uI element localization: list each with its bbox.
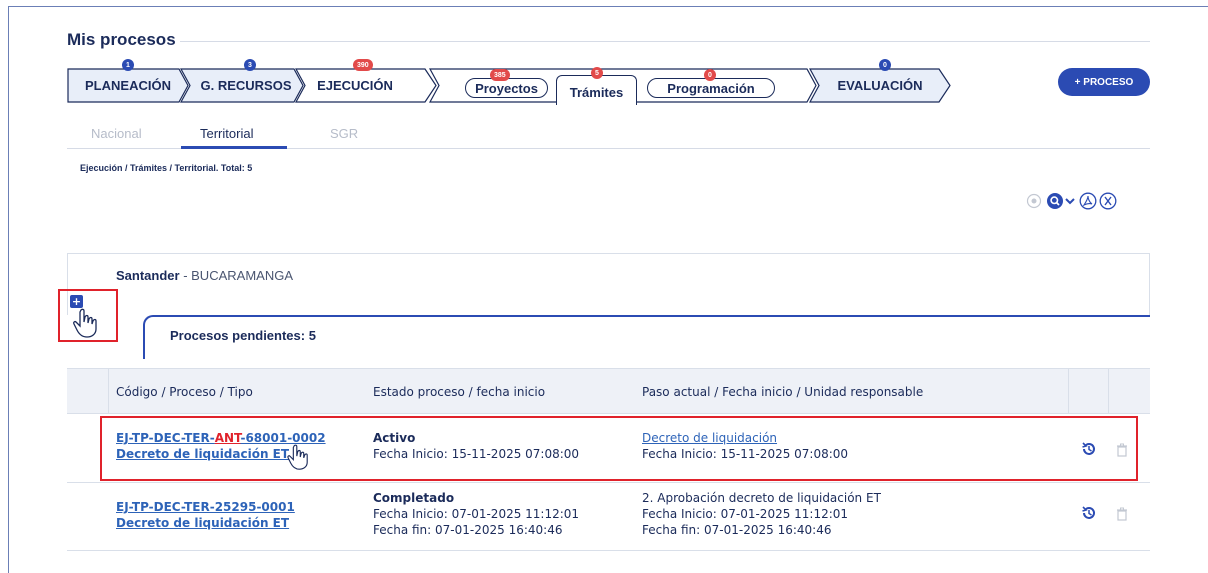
chevron-down-icon[interactable] (1063, 192, 1077, 210)
step-label: EJECUCIÓN (317, 78, 393, 93)
step-evaluacion[interactable]: 0 EVALUACIÓN (809, 59, 951, 103)
territory-separator: - (179, 268, 192, 283)
process-name-link[interactable]: Decreto de liquidación ET (116, 515, 289, 531)
column-header-code: Código / Proceso / Tipo (116, 385, 253, 399)
subtab-label: Trámites (569, 85, 624, 100)
row-divider (67, 482, 1150, 483)
subtab-label: Programación (667, 80, 755, 96)
status-end-date: Fecha fin: 07-01-2025 16:40:46 (373, 523, 563, 537)
step-badge: 3 (244, 59, 256, 71)
window-border-top (8, 6, 1208, 7)
process-code-link[interactable]: EJ-TP-DEC-TER-25295-0001 (116, 499, 295, 515)
tab-territorial[interactable]: Territorial (200, 126, 253, 141)
subtab-badge: 0 (704, 69, 716, 81)
subtab-tramites[interactable]: 5 Trámites (556, 67, 637, 105)
status-start-date: Fecha Inicio: 07-01-2025 11:12:01 (373, 507, 580, 521)
tab-sgr[interactable]: SGR (330, 126, 358, 141)
tab-nacional[interactable]: Nacional (91, 126, 142, 141)
history-icon[interactable] (1081, 505, 1097, 525)
window-border-left (8, 6, 9, 573)
step-label: PLANEACIÓN (85, 78, 171, 93)
department-name: Santander (116, 268, 180, 283)
pending-count: Procesos pendientes: 5 (170, 328, 316, 343)
step-g-recursos[interactable]: 3 G. RECURSOS (180, 59, 304, 103)
step-ejecucion[interactable]: 390 EJECUCIÓN (295, 59, 437, 103)
add-circle-icon[interactable] (1025, 192, 1043, 210)
trash-icon[interactable] (1116, 506, 1128, 525)
subtab-badge: 5 (591, 67, 603, 79)
title-divider (180, 41, 1150, 42)
territory-header: Santander - BUCARAMANGA (116, 268, 293, 283)
step-badge: 1 (122, 59, 134, 71)
subtab-badge: 385 (490, 69, 510, 81)
step-badge: 390 (353, 59, 373, 71)
search-icon[interactable] (1046, 192, 1064, 210)
row-divider (67, 550, 1150, 551)
excel-icon[interactable] (1099, 192, 1117, 210)
column-header-step: Paso actual / Fecha inicio / Unidad resp… (642, 385, 924, 399)
subtab-label: Proyectos (475, 80, 538, 96)
page-title: Mis procesos (67, 30, 176, 49)
breadcrumb: Ejecución / Trámites / Territorial. Tota… (80, 163, 253, 173)
column-separator (1108, 368, 1109, 414)
pointer-hand-icon (73, 308, 107, 342)
step-start-date: Fecha Inicio: 07-01-2025 11:12:01 (642, 507, 849, 521)
highlight-box-row (100, 416, 1138, 481)
step-label: G. RECURSOS (200, 78, 292, 93)
subtab-programacion[interactable]: 0 Programación (647, 69, 775, 98)
step-planeacion[interactable]: 1 PLANEACIÓN (67, 59, 189, 103)
city-name: BUCARAMANGA (191, 268, 293, 283)
current-step-label: 2. Aprobación decreto de liquidación ET (642, 491, 881, 505)
step-end-date: Fecha fin: 07-01-2025 16:40:46 (642, 523, 832, 537)
active-tab-indicator (181, 146, 287, 149)
column-separator (108, 368, 109, 414)
pdf-icon[interactable] (1079, 192, 1097, 210)
step-badge: 0 (879, 59, 891, 71)
territory-group (67, 253, 1150, 315)
status-label: Completado (373, 491, 455, 505)
column-header-status: Estado proceso / fecha inicio (373, 385, 546, 399)
subtab-proyectos[interactable]: 385 Proyectos (465, 69, 548, 98)
new-process-button[interactable]: + PROCESO (1058, 68, 1150, 96)
column-separator (1068, 368, 1069, 414)
step-label: EVALUACIÓN (837, 78, 923, 93)
